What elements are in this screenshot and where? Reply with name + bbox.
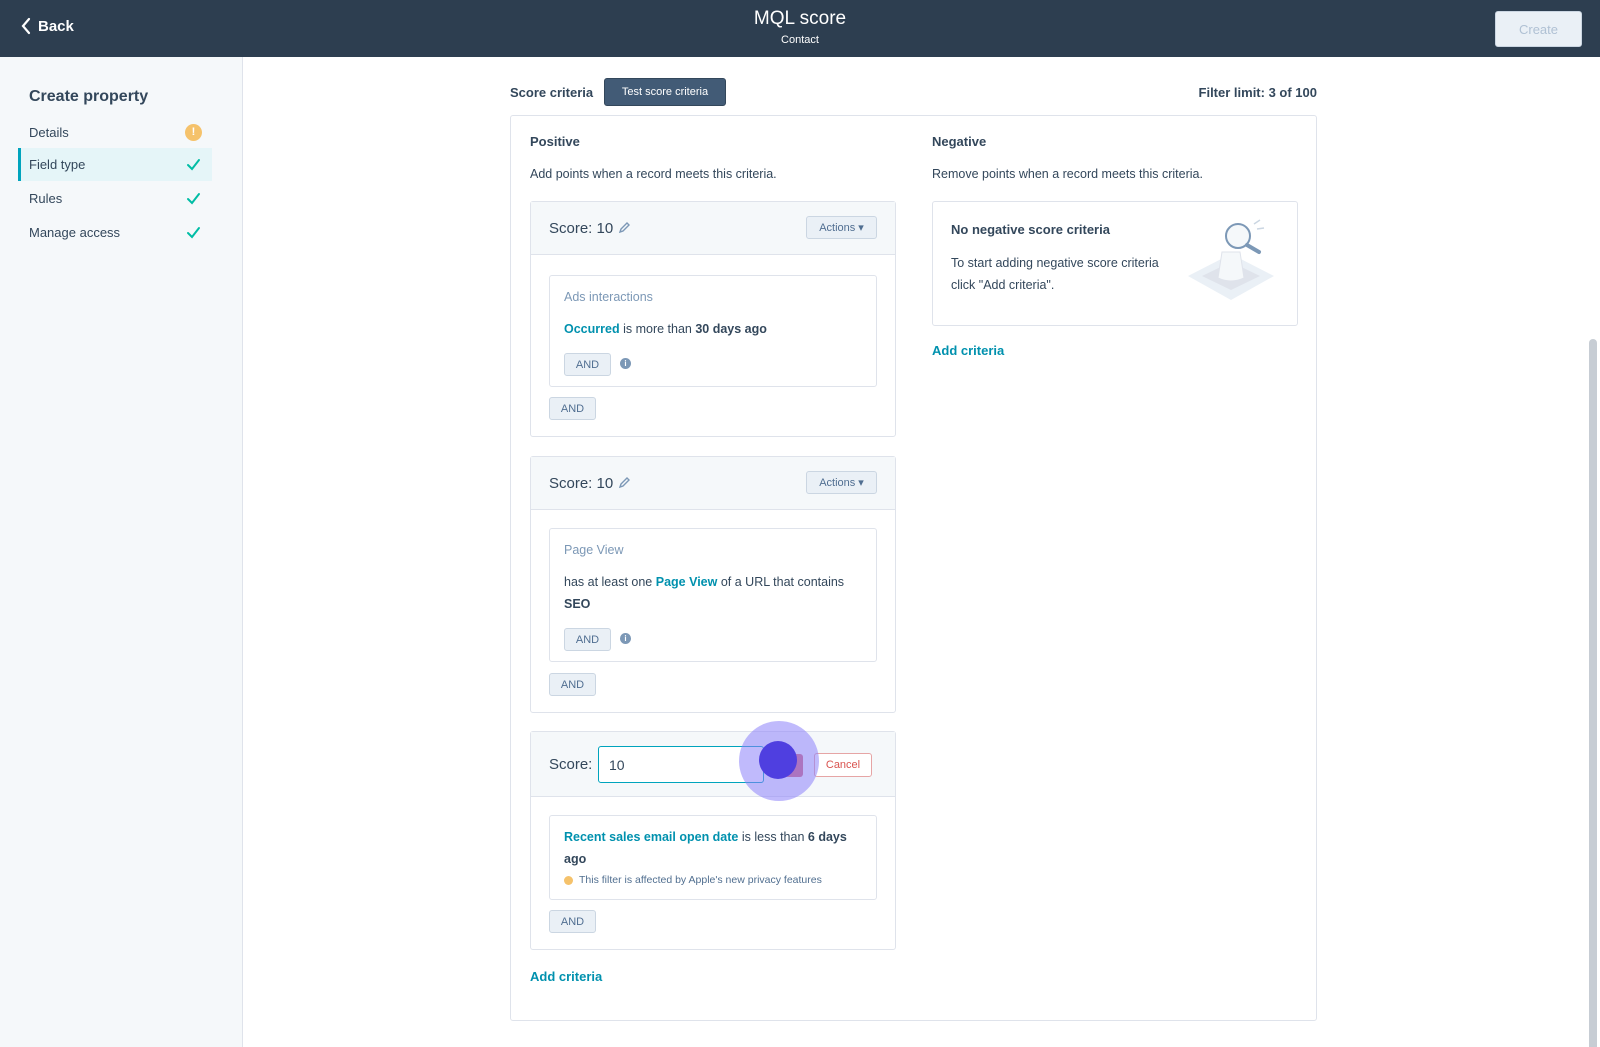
score-group-header: Score: 10 Actions ▾ <box>531 457 895 510</box>
cancel-button[interactable]: Cancel <box>814 753 872 777</box>
positive-title: Positive <box>530 134 580 149</box>
filter-operator: is less than <box>741 830 805 844</box>
filter-operator: has at least one <box>564 575 653 589</box>
magnifier-illustration-icon <box>1188 219 1274 300</box>
score-label: Score: 10 <box>549 475 614 492</box>
filter-type: Page View <box>564 543 624 557</box>
actions-label: Actions <box>819 221 856 234</box>
actions-label: Actions <box>819 476 856 489</box>
sidebar-item-label: Details <box>29 125 69 140</box>
filter-type: Ads interactions <box>564 290 653 304</box>
score-label: Score: 10 <box>549 220 614 237</box>
and-button[interactable]: AND <box>564 353 611 376</box>
filter-box[interactable]: Page View has at least one Page View of … <box>549 528 877 662</box>
create-button[interactable]: Create <box>1495 11 1582 47</box>
sidebar-item-rules[interactable]: Rules <box>18 182 212 215</box>
filter-link[interactable]: Occurred <box>564 322 620 336</box>
filter-value: 30 days ago <box>695 322 767 336</box>
top-bar: Back MQL score Contact Create <box>0 0 1600 57</box>
scrollbar[interactable] <box>1589 339 1597 1047</box>
actions-dropdown[interactable]: Actions ▾ <box>806 216 877 239</box>
score-label: Score: <box>549 756 593 773</box>
filter-description: Occurred is more than 30 days ago <box>564 318 870 340</box>
sidebar-item-details[interactable]: Details ! <box>18 116 212 149</box>
caret-down-icon: ▾ <box>858 222 864 234</box>
filter-operator: is more than <box>623 322 692 336</box>
privacy-note: This filter is affected by Apple's new p… <box>564 874 822 886</box>
negative-empty-state: No negative score criteria To start addi… <box>932 201 1298 326</box>
positive-description: Add points when a record meets this crit… <box>530 167 777 181</box>
and-button[interactable]: AND <box>549 673 596 696</box>
page-subtitle: Contact <box>781 34 819 46</box>
and-button[interactable]: AND <box>564 628 611 651</box>
warning-dot-icon <box>564 875 573 885</box>
info-icon[interactable]: i <box>620 633 631 644</box>
score-group-header: Score: Cancel <box>531 732 895 797</box>
privacy-note-text: This filter is affected by Apple's new p… <box>579 874 822 886</box>
score-criteria-header: Score criteria Test score criteria Filte… <box>510 78 1317 106</box>
filter-box[interactable]: Recent sales email open date is less tha… <box>549 815 877 900</box>
checkmark-icon <box>187 159 200 171</box>
filter-link[interactable]: Recent sales email open date <box>564 830 738 844</box>
sidebar-item-label: Rules <box>29 191 63 206</box>
and-button[interactable]: AND <box>549 910 596 933</box>
filter-limit: Filter limit: 3 of 100 <box>1198 85 1317 100</box>
sidebar-item-field-type[interactable]: Field type <box>18 148 212 181</box>
sidebar-item-manage-access[interactable]: Manage access <box>18 216 212 249</box>
page-title: MQL score <box>753 8 847 29</box>
empty-state-title: No negative score criteria <box>951 222 1110 237</box>
checkmark-icon <box>187 227 200 239</box>
warning-icon: ! <box>185 124 202 141</box>
criteria-panel: Positive Add points when a record meets … <box>510 115 1317 1021</box>
filter-description: has at least one Page View of a URL that… <box>564 571 870 615</box>
pencil-icon[interactable] <box>618 221 631 234</box>
score-group-header: Score: 10 Actions ▾ <box>531 202 895 255</box>
and-button[interactable]: AND <box>549 397 596 420</box>
checkmark-icon <box>187 193 200 205</box>
filter-condition: of a URL that contains <box>720 575 845 589</box>
negative-description: Remove points when a record meets this c… <box>932 167 1203 181</box>
info-icon[interactable]: i <box>620 358 631 369</box>
sidebar-item-label: Manage access <box>29 225 121 240</box>
actions-dropdown[interactable]: Actions ▾ <box>806 471 877 494</box>
score-criteria-label: Score criteria <box>510 85 594 100</box>
test-score-criteria-button[interactable]: Test score criteria <box>604 78 726 106</box>
page-title-block: MQL score Contact <box>0 8 1600 46</box>
negative-title: Negative <box>932 134 987 149</box>
score-group: Score: 10 Actions ▾ Page View has at lea… <box>530 456 896 713</box>
filter-description: Recent sales email open date is less tha… <box>564 826 870 870</box>
empty-state-text: To start adding negative score criteria … <box>951 256 1159 292</box>
filter-value: SEO <box>564 597 591 611</box>
sidebar-title: Create property <box>29 88 149 105</box>
score-group: Score: 10 Actions ▾ Ads interactions Occ… <box>530 201 896 437</box>
caret-down-icon: ▾ <box>858 477 864 489</box>
add-positive-criteria-link[interactable]: Add criteria <box>530 969 602 984</box>
score-group-editing: Score: Cancel Recent sales email open da… <box>530 731 896 950</box>
sidebar: Create property Details ! Field type Rul… <box>0 57 243 1047</box>
pencil-icon[interactable] <box>618 476 631 489</box>
click-indicator-dot <box>759 741 797 779</box>
add-negative-criteria-link[interactable]: Add criteria <box>932 343 1004 358</box>
filter-link[interactable]: Page View <box>656 575 718 589</box>
sidebar-item-label: Field type <box>29 157 86 172</box>
filter-box[interactable]: Ads interactions Occurred is more than 3… <box>549 275 877 387</box>
